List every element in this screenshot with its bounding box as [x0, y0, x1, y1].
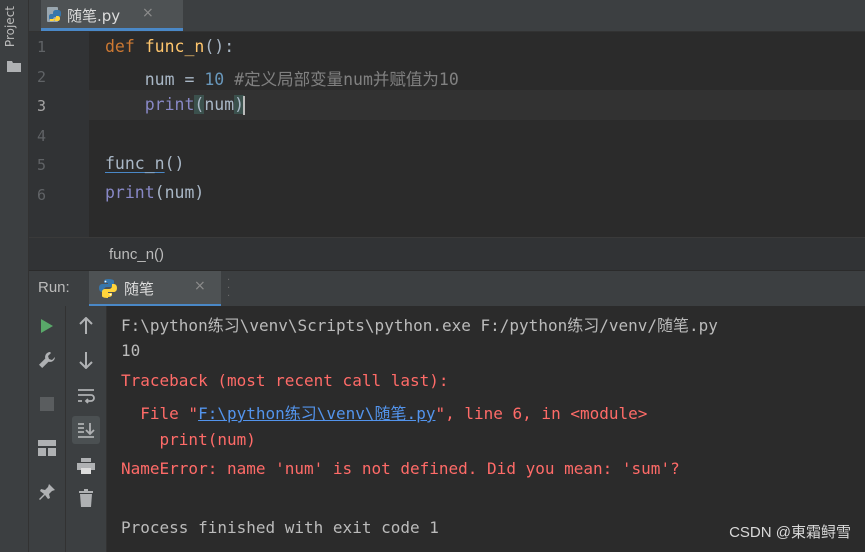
close-icon[interactable]: × [194, 278, 206, 294]
run-icon [41, 319, 53, 333]
function-name: func_n [144, 37, 205, 56]
editor-tab-bar: 随笔.py × [29, 0, 865, 32]
run-toolbar-secondary [66, 306, 107, 552]
run-toolbar-primary [29, 306, 66, 552]
traceback-code-line: print(num) [121, 430, 256, 449]
paren-open: ( [194, 95, 205, 114]
code-punct: (): [204, 37, 235, 56]
editor-tab-suibi[interactable]: 随笔.py × [41, 0, 183, 31]
code-line-3: print(num) [105, 95, 246, 115]
close-icon[interactable]: × [142, 5, 154, 21]
pin-icon [39, 484, 55, 500]
print-icon [77, 458, 95, 474]
code-line-5: func_n() [105, 154, 184, 173]
run-label: Run: [38, 279, 70, 296]
traceback-file-suffix: ", line 6, in <module> [435, 404, 648, 423]
stop-icon [40, 397, 54, 411]
soft-wrap-button[interactable] [72, 382, 100, 410]
code-punct: (num) [154, 183, 205, 202]
traceback-header: Traceback (most recent call last): [121, 371, 449, 390]
watermark: CSDN @東霜鲟雪 [729, 524, 851, 541]
code-comment: #定义局部变量num并赋值为10 [224, 70, 459, 89]
line-number: 2 [37, 68, 47, 86]
console-command-line: F:\python练习\venv\Scripts\python.exe F:/p… [121, 316, 718, 335]
restore-layout-button[interactable] [33, 434, 61, 462]
line-number: 5 [37, 156, 47, 174]
line-number-gutter: 1 2 3 4 5 6 [29, 32, 101, 237]
variable-num: num [144, 70, 175, 89]
code-line-2: num = 10 #定义局部变量num并赋值为10 [105, 66, 459, 90]
down-stack-button[interactable] [72, 346, 100, 374]
arrow-down-icon [79, 352, 93, 369]
line-number: 6 [37, 186, 47, 204]
line-number: 4 [37, 127, 47, 145]
line-number-current: 3 [37, 97, 47, 115]
breadcrumb[interactable]: func_n() [109, 246, 164, 263]
function-call[interactable]: func_n [105, 154, 165, 173]
run-tab-suibi[interactable]: 随笔 × [89, 271, 221, 307]
builtin-print: print [105, 183, 155, 202]
settings-button[interactable] [33, 346, 61, 374]
code-punct: () [164, 154, 185, 173]
traceback-file-line: File "F:\python练习\venv\随笔.py", line 6, i… [121, 400, 647, 424]
code-editor[interactable]: def func_n(): num = 10 #定义局部变量num并赋值为10 … [89, 32, 865, 237]
wrench-icon [39, 352, 55, 368]
stop-button[interactable] [33, 390, 61, 418]
line-number: 1 [37, 38, 47, 56]
clear-all-button[interactable] [72, 484, 100, 512]
code-line-6: print(num) [105, 183, 204, 202]
rerun-button[interactable] [33, 312, 61, 340]
run-panel-header: Run: 随笔 × · · · [29, 270, 865, 308]
scroll-to-end-icon [78, 423, 95, 438]
scroll-to-end-button[interactable] [72, 416, 100, 444]
run-tab-label: 随笔 [124, 280, 155, 298]
arg-num: num [204, 95, 235, 114]
breadcrumb-bar: func_n() [29, 237, 865, 271]
run-console[interactable]: F:\python练习\venv\Scripts\python.exe F:/p… [107, 306, 865, 552]
layout-icon [38, 440, 56, 456]
process-exit-line: Process finished with exit code 1 [121, 518, 439, 537]
arrow-up-icon [79, 317, 93, 334]
print-button[interactable] [72, 452, 100, 480]
builtin-print: print [144, 95, 195, 114]
code-line-1: def func_n(): [105, 37, 234, 56]
folder-icon[interactable] [7, 60, 21, 72]
error-message: NameError: name 'num' is not defined. Di… [121, 459, 680, 478]
project-tool-label[interactable]: Project [3, 6, 17, 47]
python-icon [99, 279, 117, 298]
number-literal: 10 [204, 70, 225, 89]
separator-dots-icon: · · · [227, 275, 231, 302]
traceback-file-link[interactable]: F:\python练习\venv\随笔.py [198, 404, 435, 423]
traceback-file-prefix: File " [121, 404, 199, 423]
trash-icon [79, 489, 93, 507]
soft-wrap-icon [78, 389, 95, 404]
assign-op: = [174, 70, 205, 89]
keyword-def: def [105, 37, 135, 56]
up-stack-button[interactable] [72, 312, 100, 340]
console-output-line: 10 [121, 341, 141, 360]
pin-tab-button[interactable] [33, 478, 61, 506]
project-tool-strip: Project [0, 0, 29, 552]
text-cursor [243, 96, 246, 115]
python-file-icon [47, 7, 61, 22]
editor-tab-label: 随笔.py [67, 7, 121, 25]
